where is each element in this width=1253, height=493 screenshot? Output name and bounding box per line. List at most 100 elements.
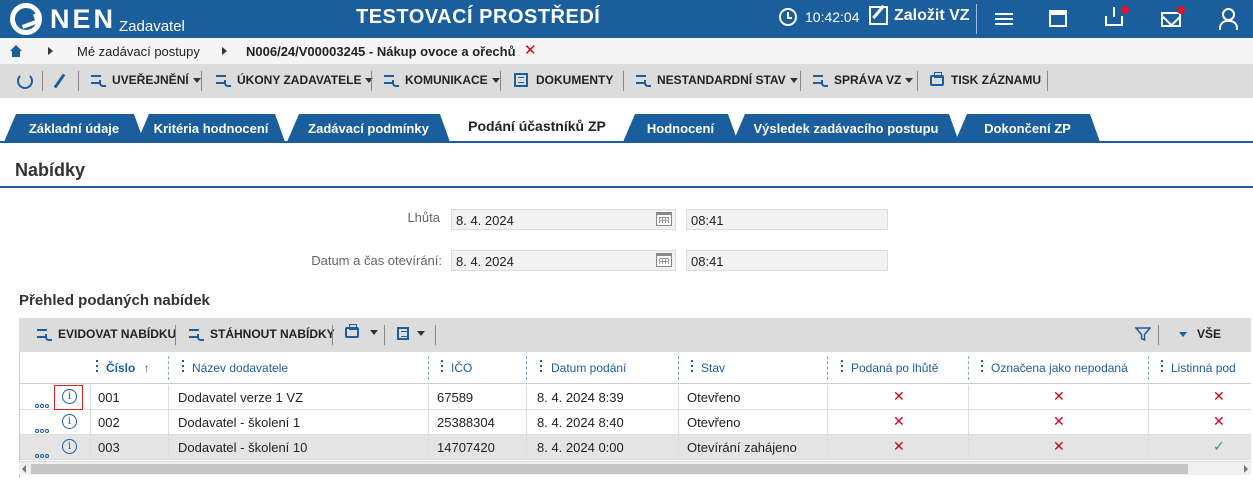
menu-icon[interactable] <box>993 10 1015 32</box>
col-datum-podani[interactable]: Datum podání <box>551 361 626 375</box>
stahnout-label: STÁHNOUT NABÍDKY <box>210 327 335 341</box>
column-menu-icon[interactable] <box>841 360 843 374</box>
dokumenty-button[interactable]: DOKUMENTY <box>514 73 613 87</box>
row-actions-icon[interactable] <box>35 421 53 433</box>
column-menu-icon[interactable] <box>981 360 983 374</box>
show-all-dropdown[interactable]: VŠE <box>1175 327 1221 341</box>
breadcrumb-my-procedures[interactable]: Mé zadávací postupy <box>77 44 200 59</box>
tisk-zaznamu-button[interactable]: TISK ZÁZNAMU <box>930 71 1041 87</box>
col-oznacena-nepodana[interactable]: Označena jako nepodaná <box>991 361 1128 375</box>
tisk-label: TISK ZÁZNAMU <box>951 73 1041 87</box>
ukony-zadavatele-menu[interactable]: ÚKONY ZADAVATELE <box>216 73 374 87</box>
tab-dokonceni[interactable]: Dokončení ZP <box>955 114 1100 142</box>
cell-divider <box>428 385 429 410</box>
scrollbar-thumb[interactable] <box>31 464 1188 474</box>
cell-divider <box>968 435 969 460</box>
list-icon <box>37 328 52 341</box>
list-icon <box>636 74 651 87</box>
table-row[interactable]: i 002 Dodavatel - školení 1 25388304 8. … <box>20 410 1251 435</box>
col-stav[interactable]: Stav <box>701 361 725 375</box>
tab-zadavaci-podminky[interactable]: Zadávací podmínky <box>287 114 450 142</box>
user-icon[interactable] <box>1216 8 1238 30</box>
cell-divider <box>526 385 527 410</box>
print-icon <box>345 324 359 338</box>
calendar-picker-icon[interactable] <box>656 212 672 226</box>
col-podana-po-lhute[interactable]: Podaná po lhůtě <box>851 361 938 375</box>
col-nazev-dodavatele[interactable]: Název dodavatele <box>192 361 288 375</box>
caret-down-icon <box>905 77 914 83</box>
close-procedure-icon[interactable]: ✕ <box>524 41 537 59</box>
column-menu-icon[interactable] <box>96 360 98 374</box>
mail-icon[interactable] <box>1161 12 1181 27</box>
info-icon[interactable]: i <box>62 439 77 454</box>
col-cislo[interactable]: Číslo ↑ <box>106 361 150 375</box>
deadline-date-field[interactable]: 8. 4. 2024 <box>451 209 676 230</box>
row-actions-icon[interactable] <box>35 446 53 458</box>
opening-date-field[interactable]: 8. 4. 2024 <box>451 250 676 271</box>
col-listinna[interactable]: Listinná pod <box>1171 361 1236 375</box>
table-row[interactable]: i 003 Dodavatel - školení 10 14707420 8.… <box>20 435 1251 460</box>
refresh-button[interactable] <box>17 73 33 89</box>
calendar-picker-icon[interactable] <box>656 253 672 267</box>
deadline-time-field[interactable]: 08:41 <box>686 209 888 230</box>
tab-kriteria-hodnoceni[interactable]: Kritéria hodnocení <box>137 114 285 142</box>
caret-down-icon <box>370 330 378 335</box>
tab-hodnoceni[interactable]: Hodnocení <box>623 114 738 142</box>
table-row[interactable]: i 001 Dodavatel verze 1 VZ 67589 8. 4. 2… <box>20 385 1251 410</box>
cell-divider <box>90 385 91 410</box>
col-ico[interactable]: IČO <box>451 361 472 375</box>
scroll-right-icon[interactable] <box>1244 465 1248 473</box>
cross-icon: ✕ <box>1053 388 1065 404</box>
edit-button[interactable] <box>53 73 66 89</box>
session-time: 10:42:04 <box>805 9 860 25</box>
column-divider <box>678 356 679 380</box>
dokumenty-label: DOKUMENTY <box>536 73 614 87</box>
breadcrumb-current-procedure[interactable]: N006/24/V00003245 - Nákup ovoce a ořechů <box>246 44 516 59</box>
column-menu-icon[interactable] <box>691 360 693 374</box>
komunikace-menu[interactable]: KOMUNIKACE <box>384 73 500 87</box>
cell-divider <box>827 435 828 460</box>
column-menu-icon[interactable] <box>1161 360 1163 374</box>
opening-time-field[interactable]: 08:41 <box>686 250 888 271</box>
cell-divider <box>678 410 679 435</box>
offers-table: Číslo ↑ Název dodavatele IČO Datum podán… <box>19 352 1251 478</box>
uverejneni-menu[interactable]: UVEŘEJNĚNÍ <box>91 73 201 87</box>
filter-button[interactable] <box>1135 326 1151 342</box>
cell-divider <box>90 410 91 435</box>
info-icon[interactable]: i <box>62 414 77 429</box>
create-contract-button[interactable]: Založit VZ <box>869 6 970 25</box>
tab-zakladni-udaje[interactable]: Základní údaje <box>4 114 144 142</box>
row-actions-icon[interactable] <box>35 396 53 408</box>
column-menu-icon[interactable] <box>540 360 542 374</box>
evidovat-nabidku-button[interactable]: EVIDOVAT NABÍDKU <box>37 327 176 341</box>
cross-icon: ✕ <box>1213 388 1225 404</box>
inbox-download-icon[interactable] <box>1105 7 1123 26</box>
column-menu-icon[interactable] <box>182 360 184 374</box>
cross-icon: ✕ <box>1053 438 1065 454</box>
cell-divider <box>968 385 969 410</box>
cell-divider <box>678 385 679 410</box>
stahnout-nabidky-button[interactable]: STÁHNOUT NABÍDKY <box>189 327 335 341</box>
horizontal-scrollbar[interactable] <box>19 461 1251 475</box>
refresh-icon <box>17 73 33 89</box>
cell-datum: 8. 4. 2024 0:00 <box>537 440 624 455</box>
cell-divider <box>678 435 679 460</box>
logo-text: NEN <box>50 3 117 34</box>
info-icon[interactable]: i <box>62 389 77 404</box>
home-icon[interactable] <box>10 45 22 57</box>
notification-dot <box>1121 6 1129 14</box>
sprava-vz-menu[interactable]: SPRÁVA VZ <box>813 73 914 87</box>
cell-divider <box>526 435 527 460</box>
tab-vysledek[interactable]: Výsledek zadávacího postupu <box>733 114 959 142</box>
nestandardni-stav-menu[interactable]: NESTANDARDNÍ STAV <box>636 73 798 87</box>
tab-podani-ucastniku[interactable]: Podání účastníků ZP <box>451 110 623 142</box>
toolbar-divider <box>500 71 501 91</box>
cell-ico: 67589 <box>437 390 474 405</box>
scroll-left-icon[interactable] <box>22 465 26 473</box>
calendar-icon[interactable] <box>1049 10 1067 27</box>
cell-ico: 14707420 <box>437 440 495 455</box>
nen-logo[interactable]: NEN Zadavatel <box>10 2 185 36</box>
grid-print-menu[interactable] <box>345 324 378 338</box>
grid-export-menu[interactable] <box>397 327 425 340</box>
column-menu-icon[interactable] <box>441 360 443 374</box>
